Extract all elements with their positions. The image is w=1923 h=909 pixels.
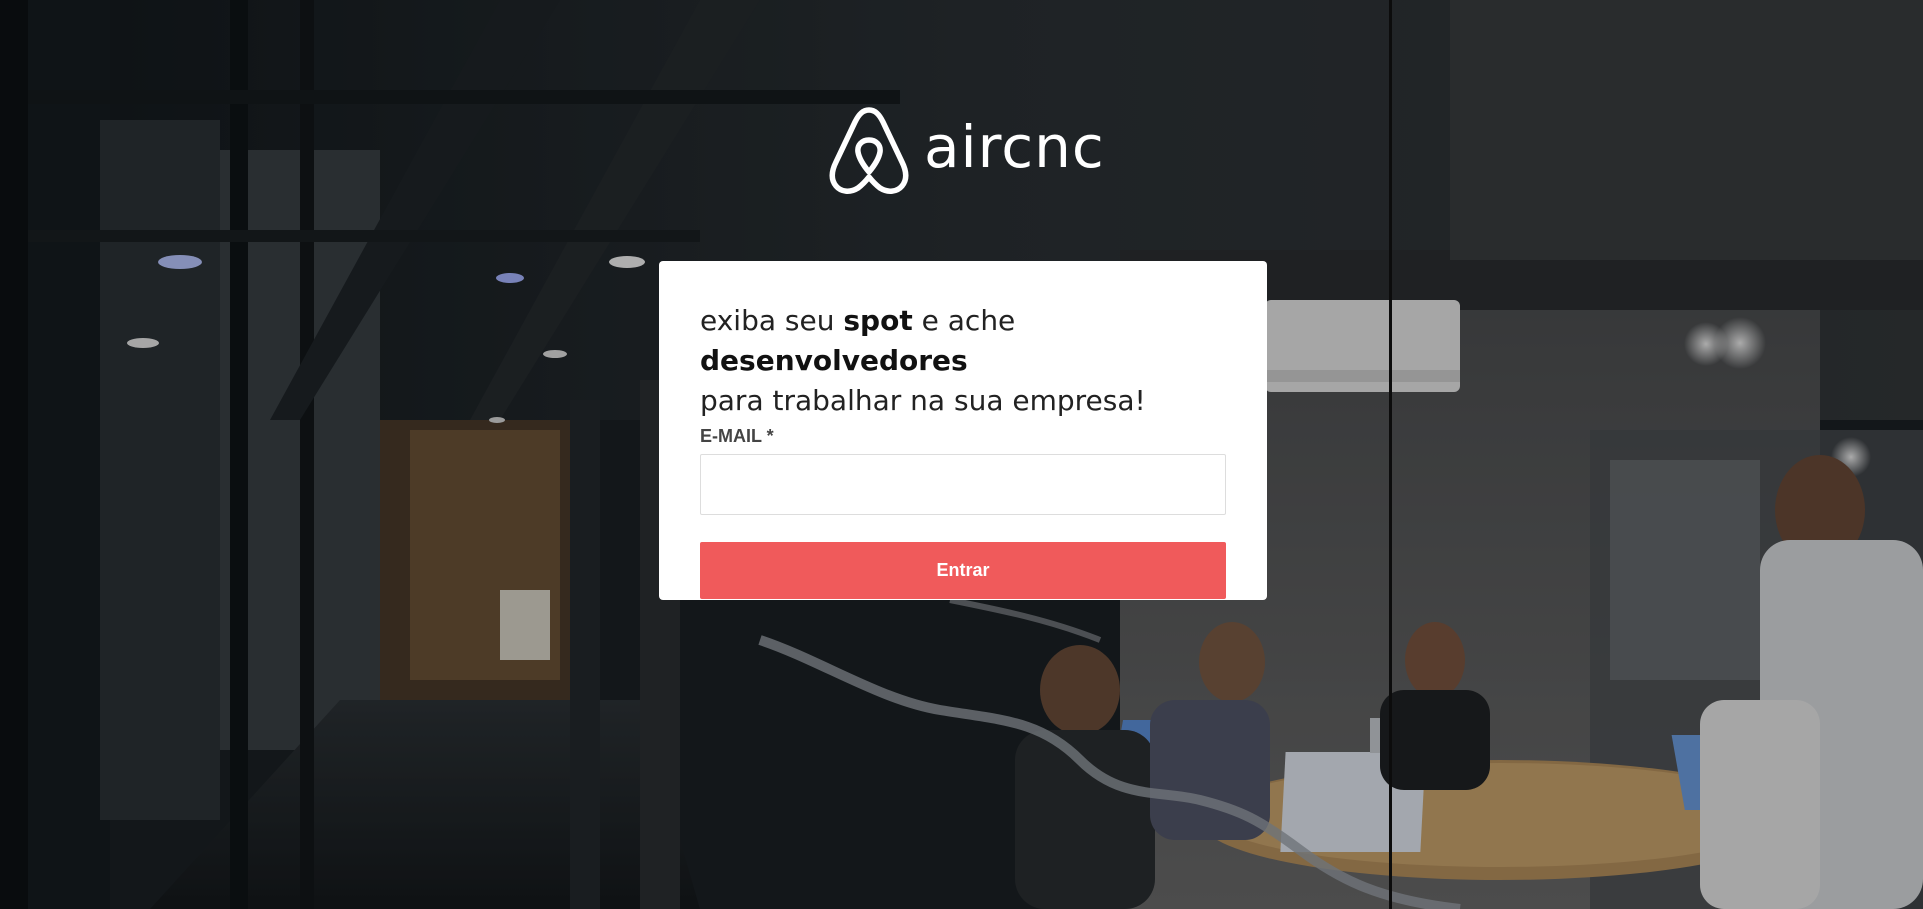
submit-button[interactable]: Entrar: [700, 542, 1226, 599]
headline: exiba seu spot e ache desenvolvedores par…: [700, 301, 1240, 421]
headline-text-2: e ache: [912, 304, 1016, 337]
brand-name: aircnc: [924, 113, 1105, 181]
headline-text-1: exiba seu: [700, 304, 844, 337]
headline-text-3: para trabalhar na sua empresa!: [700, 384, 1146, 417]
email-input[interactable]: [700, 454, 1226, 515]
login-card: exiba seu spot e ache desenvolvedores par…: [659, 261, 1267, 600]
airbnb-belo-icon: [829, 107, 909, 194]
headline-bold-developers: desenvolvedores: [700, 344, 968, 377]
email-label: E-MAIL *: [700, 426, 774, 446]
brand-logo: aircnc: [828, 106, 1105, 194]
headline-bold-spot: spot: [843, 304, 913, 337]
